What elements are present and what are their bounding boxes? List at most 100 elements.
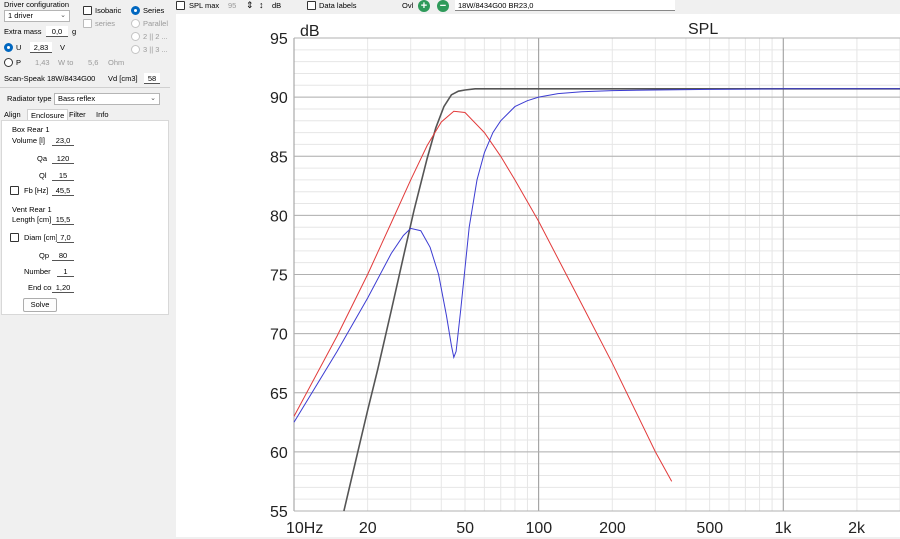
voltage-unit: V	[60, 43, 66, 52]
spl-max-label: SPL max	[189, 1, 220, 10]
power-label: P	[16, 58, 22, 67]
number-input[interactable]: 1	[57, 266, 74, 277]
spl-max-checkbox[interactable]	[176, 1, 185, 10]
spl-curve-1	[343, 88, 900, 512]
driver-config-title: Driver configuration	[4, 0, 70, 9]
chevron-down-icon: ⌄	[150, 95, 156, 102]
voltage-radio[interactable]	[4, 43, 13, 52]
parallel-label: Parallel	[143, 19, 169, 28]
spl-curve-3	[293, 88, 900, 423]
vd-input[interactable]: 58	[144, 73, 160, 84]
option-2x2-label: 2 || 2 ...	[143, 32, 168, 41]
extra-mass-label: Extra mass	[4, 27, 42, 36]
db-unit-label: dB	[272, 1, 282, 10]
option-3x3-label: 3 || 3 ...	[143, 45, 168, 54]
x-tick-label: 2k	[848, 520, 866, 537]
parallel-radio[interactable]	[131, 19, 140, 28]
end-corr-input[interactable]: 1,20	[52, 282, 74, 293]
qa-input[interactable]: 120	[52, 153, 74, 164]
isobaric-label: Isobaric	[95, 6, 122, 15]
qa-label: Qa	[37, 154, 48, 163]
radiator-type-value: Bass reflex	[58, 94, 96, 103]
spl-chart: 55 60 65 70 75 80 85 90 95 10Hz 20 50 100 200 500 1k 2k d…	[176, 14, 900, 537]
qp-input[interactable]: 80	[52, 250, 74, 261]
divider	[0, 87, 170, 88]
solve-button[interactable]: Solve	[23, 298, 57, 312]
voltage-input[interactable]: 2,83	[30, 42, 52, 53]
x-tick-label: 100	[525, 520, 552, 537]
remove-overlay-button[interactable]: −	[437, 0, 449, 12]
x-tick-label: 500	[696, 520, 723, 537]
ql-input[interactable]: 15	[52, 170, 74, 181]
overlay-name-value: 18W/8434G00 BR23,0	[458, 1, 534, 10]
diam-checkbox[interactable]	[10, 233, 19, 242]
up-down-arrows-icon[interactable]: ⇕	[246, 0, 254, 10]
voltage-label: U	[16, 43, 22, 52]
power-value[interactable]: 1,43	[35, 58, 50, 68]
chart-title: SPL	[688, 21, 718, 38]
tab-filter[interactable]: Filter	[66, 109, 89, 120]
data-labels-label: Data labels	[319, 1, 357, 10]
y-tick-label: 80	[270, 208, 288, 225]
x-tick-label: 1k	[774, 520, 792, 537]
chevron-down-icon: ⌄	[60, 12, 66, 19]
tab-enclosure[interactable]: Enclosure	[27, 109, 69, 120]
series-radio[interactable]	[131, 6, 140, 15]
number-label: Number	[24, 267, 51, 276]
qp-label: Qp	[39, 251, 50, 260]
enclosure-tab-panel: Box Rear 1 Volume [l] 23,0 Qa 120 Ql 15 …	[1, 120, 169, 315]
impedance-value[interactable]: 5,6	[88, 58, 98, 68]
radio-3x3[interactable]	[131, 45, 140, 54]
x-tick-label: 10Hz	[286, 520, 323, 537]
series-checkbox-label: series	[95, 19, 116, 28]
y-tick-label: 65	[270, 386, 288, 403]
radiator-type-select[interactable]: Bass reflex ⌄	[54, 93, 160, 105]
extra-mass-unit: g	[72, 27, 77, 36]
axis-labels: 55 60 65 70 75 80 85 90 95 10Hz 20 50 100 200 500 1k 2k d…	[270, 21, 866, 537]
plus-icon: +	[420, 0, 428, 12]
driver-count-value: 1 driver	[8, 11, 34, 20]
isobaric-checkbox[interactable]	[83, 6, 92, 15]
ql-label: Ql	[39, 171, 47, 180]
vent-rear-title: Vent Rear 1	[12, 205, 52, 214]
overlay-name-input[interactable]: 18W/8434G00 BR23,0	[455, 0, 675, 11]
spl-max-value[interactable]: 95	[228, 1, 236, 11]
data-labels-checkbox[interactable]	[307, 1, 316, 10]
volume-input[interactable]: 23,0	[52, 135, 74, 146]
driver-count-select[interactable]: 1 driver ⌄	[4, 10, 70, 22]
extra-mass-input[interactable]: 0,0	[46, 26, 68, 37]
diam-label: Diam [cm]	[24, 233, 58, 242]
y-tick-label: 75	[270, 268, 288, 285]
y-tick-label: 90	[270, 90, 288, 107]
fb-checkbox[interactable]	[10, 186, 19, 195]
box-rear-title: Box Rear 1	[12, 125, 50, 134]
x-tick-label: 50	[456, 520, 474, 537]
diam-input[interactable]: 7,0	[57, 232, 74, 243]
series-checkbox[interactable]	[83, 19, 92, 28]
power-unit: W to	[58, 58, 74, 67]
spl-curve-2	[293, 110, 673, 482]
tab-align[interactable]: Align	[1, 109, 24, 120]
vd-label: Vd [cm3]	[108, 74, 138, 83]
y-tick-label: 60	[270, 445, 288, 462]
expand-vertical-icon[interactable]: ↕	[259, 0, 264, 10]
series-label: Series	[143, 6, 165, 15]
add-overlay-button[interactable]: +	[418, 0, 430, 12]
y-tick-label: 55	[270, 504, 288, 521]
power-radio[interactable]	[4, 58, 13, 67]
spl-chart-svg: 55 60 65 70 75 80 85 90 95 10Hz 20 50 100 200 500 1k 2k d…	[270, 21, 900, 537]
x-tick-label: 20	[359, 520, 377, 537]
length-label: Length [cm]	[12, 215, 52, 224]
y-tick-label: 70	[270, 327, 288, 344]
fb-input[interactable]: 45,5	[52, 185, 74, 196]
y-tick-label: 95	[270, 31, 288, 48]
tab-info[interactable]: Info	[93, 109, 112, 120]
length-input[interactable]: 15,5	[52, 214, 74, 225]
y-tick-label: 85	[270, 149, 288, 166]
driver-name: Scan-Speak 18W/8434G00	[4, 74, 96, 83]
radio-2x2[interactable]	[131, 32, 140, 41]
impedance-unit: Ohm	[108, 58, 125, 67]
curves	[293, 88, 900, 512]
radiator-type-label: Radiator type	[7, 94, 52, 103]
volume-label: Volume [l]	[12, 136, 45, 145]
